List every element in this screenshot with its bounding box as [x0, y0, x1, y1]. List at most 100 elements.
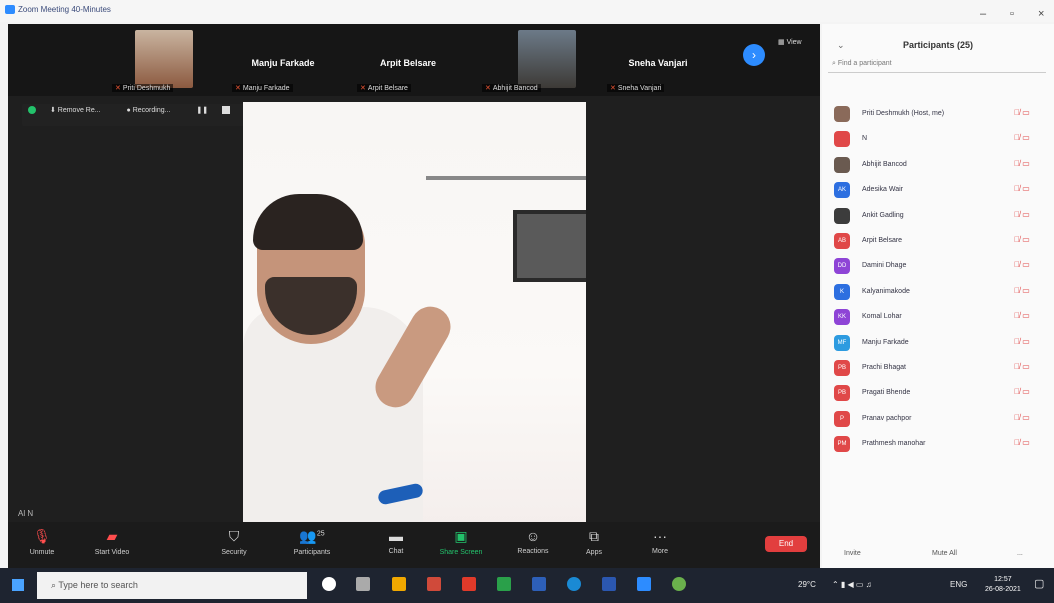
recording-button[interactable]: ● Recording...: [127, 107, 183, 114]
end-button[interactable]: End: [765, 536, 807, 552]
muted-mic-icon[interactable]: 🎙̸ ▭: [1014, 108, 1030, 117]
participant-name: Ankit Gadling: [862, 211, 904, 219]
tray-icons[interactable]: ⌃ ▮ ◀ ▭ ♫: [832, 580, 872, 589]
participant-name: Abhijit Bancod: [862, 160, 907, 168]
muted-mic-icon[interactable]: 🎙̸ ▭: [1014, 387, 1030, 396]
muted-mic-icon[interactable]: 🎙̸ ▭: [1014, 286, 1030, 295]
tile-name: Sneha Vanjari: [628, 58, 688, 68]
pause-icon[interactable]: ❚❚: [196, 107, 208, 114]
zoom-taskbar-icon[interactable]: [637, 577, 651, 591]
apps-icon: ⧉: [589, 528, 599, 544]
muted-mic-icon[interactable]: 🎙̸ ▭: [1014, 159, 1030, 168]
system-clock[interactable]: 12:57 26-08-2021: [985, 575, 1021, 595]
participant-name: Prathmesh manohar: [862, 440, 926, 448]
video-tile[interactable]: Sneha Vanjari ✕ Sneha Vanjari: [603, 28, 713, 92]
participant-row[interactable]: AK Adesika Wair 🎙̸ ▭: [822, 178, 1054, 203]
participant-row[interactable]: P Pranav pachpor 🎙̸ ▭: [822, 407, 1054, 432]
muted-mic-icon[interactable]: 🎙̸ ▭: [1014, 133, 1030, 142]
shield-icon: ⛉: [228, 528, 240, 544]
video-tile[interactable]: Manju Farkade ✕ Manju Farkade: [228, 28, 338, 92]
participant-row[interactable]: PB Prachi Bhagat 🎙̸ ▭: [822, 356, 1054, 381]
participants-button[interactable]: 👥25 Participants: [284, 528, 340, 556]
windows-taskbar: ⌕ Type here to search 29°C ⌃ ▮ ◀ ▭ ♫ ENG…: [0, 568, 1054, 603]
file-explorer-icon[interactable]: [392, 577, 406, 591]
participant-row[interactable]: Abhijit Bancod 🎙̸ ▭: [822, 153, 1054, 178]
reactions-button[interactable]: ☺ Reactions: [505, 528, 561, 555]
windows-start-icon[interactable]: [12, 579, 24, 591]
video-tile[interactable]: ✕ Priti Deshmukh: [108, 28, 218, 92]
participant-name: Manju Farkade: [862, 338, 909, 346]
stop-icon[interactable]: [222, 106, 231, 115]
more-button[interactable]: ··· More: [632, 528, 688, 555]
unmute-button[interactable]: 🎙 Unmute: [14, 528, 70, 556]
notification-icon[interactable]: ▢: [1034, 577, 1044, 590]
avatar: PM: [834, 436, 850, 453]
participant-row[interactable]: Ankit Gadling 🎙̸ ▭: [822, 204, 1054, 229]
muted-mic-icon[interactable]: 🎙̸ ▭: [1014, 184, 1030, 193]
participant-row[interactable]: KK Komal Lohar 🎙̸ ▭: [822, 305, 1054, 330]
meeting-area: ✕ Priti Deshmukh Manju Farkade ✕ Manju Far…: [8, 24, 820, 568]
word-icon[interactable]: [602, 577, 616, 591]
participant-search-input[interactable]: ⌕ Find a participant: [828, 56, 1046, 73]
wall-screen: [513, 210, 586, 282]
speaker-hair: [253, 194, 363, 250]
mute-all-button[interactable]: Mute All: [932, 550, 957, 557]
office-icon[interactable]: [427, 577, 441, 591]
task-view-icon[interactable]: [356, 577, 370, 591]
participant-row[interactable]: MF Manju Farkade 🎙̸ ▭: [822, 331, 1054, 356]
remove-button[interactable]: ⬇ Remove Re...: [50, 107, 113, 114]
avatar: AB: [834, 232, 850, 249]
participant-name: Pranav pachpor: [862, 414, 912, 422]
chat-button[interactable]: ▬ Chat: [368, 528, 424, 555]
store-icon[interactable]: [532, 577, 546, 591]
share-screen-button[interactable]: ▣ Share Screen: [433, 528, 489, 556]
avatar: AK: [834, 182, 850, 199]
muted-mic-icon[interactable]: 🎙̸ ▭: [1014, 311, 1030, 320]
muted-mic-icon[interactable]: 🎙̸ ▭: [1014, 438, 1030, 447]
next-page-icon[interactable]: ›: [743, 44, 765, 66]
tile-name: Arpit Belsare: [379, 58, 437, 68]
muted-mic-icon: ✕: [485, 85, 491, 92]
muted-mic-icon[interactable]: 🎙̸ ▭: [1014, 260, 1030, 269]
minimize-icon[interactable]: –: [980, 8, 986, 20]
maximize-icon[interactable]: ▫: [1010, 8, 1014, 20]
more-options-button[interactable]: ...: [1017, 550, 1023, 557]
participant-name: Damini Dhage: [862, 262, 907, 270]
apps-button[interactable]: ⧉ Apps: [566, 528, 622, 556]
muted-mic-icon[interactable]: 🎙̸ ▭: [1014, 362, 1030, 371]
avatar: MF: [834, 334, 850, 351]
security-button[interactable]: ⛉ Security: [206, 528, 262, 556]
participant-strip: ✕ Priti Deshmukh Manju Farkade ✕ Manju Far…: [8, 24, 820, 96]
muted-mic-icon: ✕: [610, 85, 616, 92]
powerpoint-icon[interactable]: [462, 577, 476, 591]
video-tile[interactable]: Arpit Belsare ✕ Arpit Belsare: [353, 28, 463, 92]
participant-row[interactable]: K Kalyanimakode 🎙̸ ▭: [822, 280, 1054, 305]
participant-name: Adesika Wair: [862, 186, 903, 194]
window-title: Zoom Meeting 40-Minutes: [18, 5, 111, 14]
cortana-icon[interactable]: [322, 577, 336, 591]
invite-button[interactable]: Invite: [844, 550, 861, 557]
taskbar-search-input[interactable]: ⌕ Type here to search: [37, 572, 307, 599]
muted-mic-icon[interactable]: 🎙̸ ▭: [1014, 235, 1030, 244]
participant-row[interactable]: PB Pragati Bhende 🎙̸ ▭: [822, 381, 1054, 406]
participant-row[interactable]: AB Arpit Belsare 🎙̸ ▭: [822, 229, 1054, 254]
video-tile[interactable]: ✕ Abhijit Bancod: [478, 28, 588, 92]
edge-icon[interactable]: [567, 577, 581, 591]
start-video-button[interactable]: ▰ Start Video: [84, 528, 140, 556]
tile-label: ✕ Manju Farkade: [232, 84, 293, 92]
app-icon[interactable]: [672, 577, 686, 591]
close-icon[interactable]: ×: [1038, 8, 1044, 20]
participant-row[interactable]: PM Prathmesh manohar 🎙̸ ▭: [822, 432, 1054, 457]
ellipsis-icon: ···: [653, 528, 667, 544]
language-indicator[interactable]: ENG: [950, 580, 967, 589]
excel-icon[interactable]: [497, 577, 511, 591]
participant-row[interactable]: Priti Deshmukh (Host, me) 🎙̸ ▭: [822, 102, 1054, 127]
view-button[interactable]: ▦ View: [778, 38, 802, 46]
muted-mic-icon[interactable]: 🎙̸ ▭: [1014, 337, 1030, 346]
muted-mic-icon[interactable]: 🎙̸ ▭: [1014, 413, 1030, 422]
panel-footer: Invite Mute All ...: [822, 542, 1054, 568]
participant-row[interactable]: DD Damini Dhage 🎙̸ ▭: [822, 254, 1054, 279]
muted-mic-icon[interactable]: 🎙̸ ▭: [1014, 210, 1030, 219]
avatar: PB: [834, 385, 850, 402]
participant-row[interactable]: N 🎙̸ ▭: [822, 127, 1054, 152]
